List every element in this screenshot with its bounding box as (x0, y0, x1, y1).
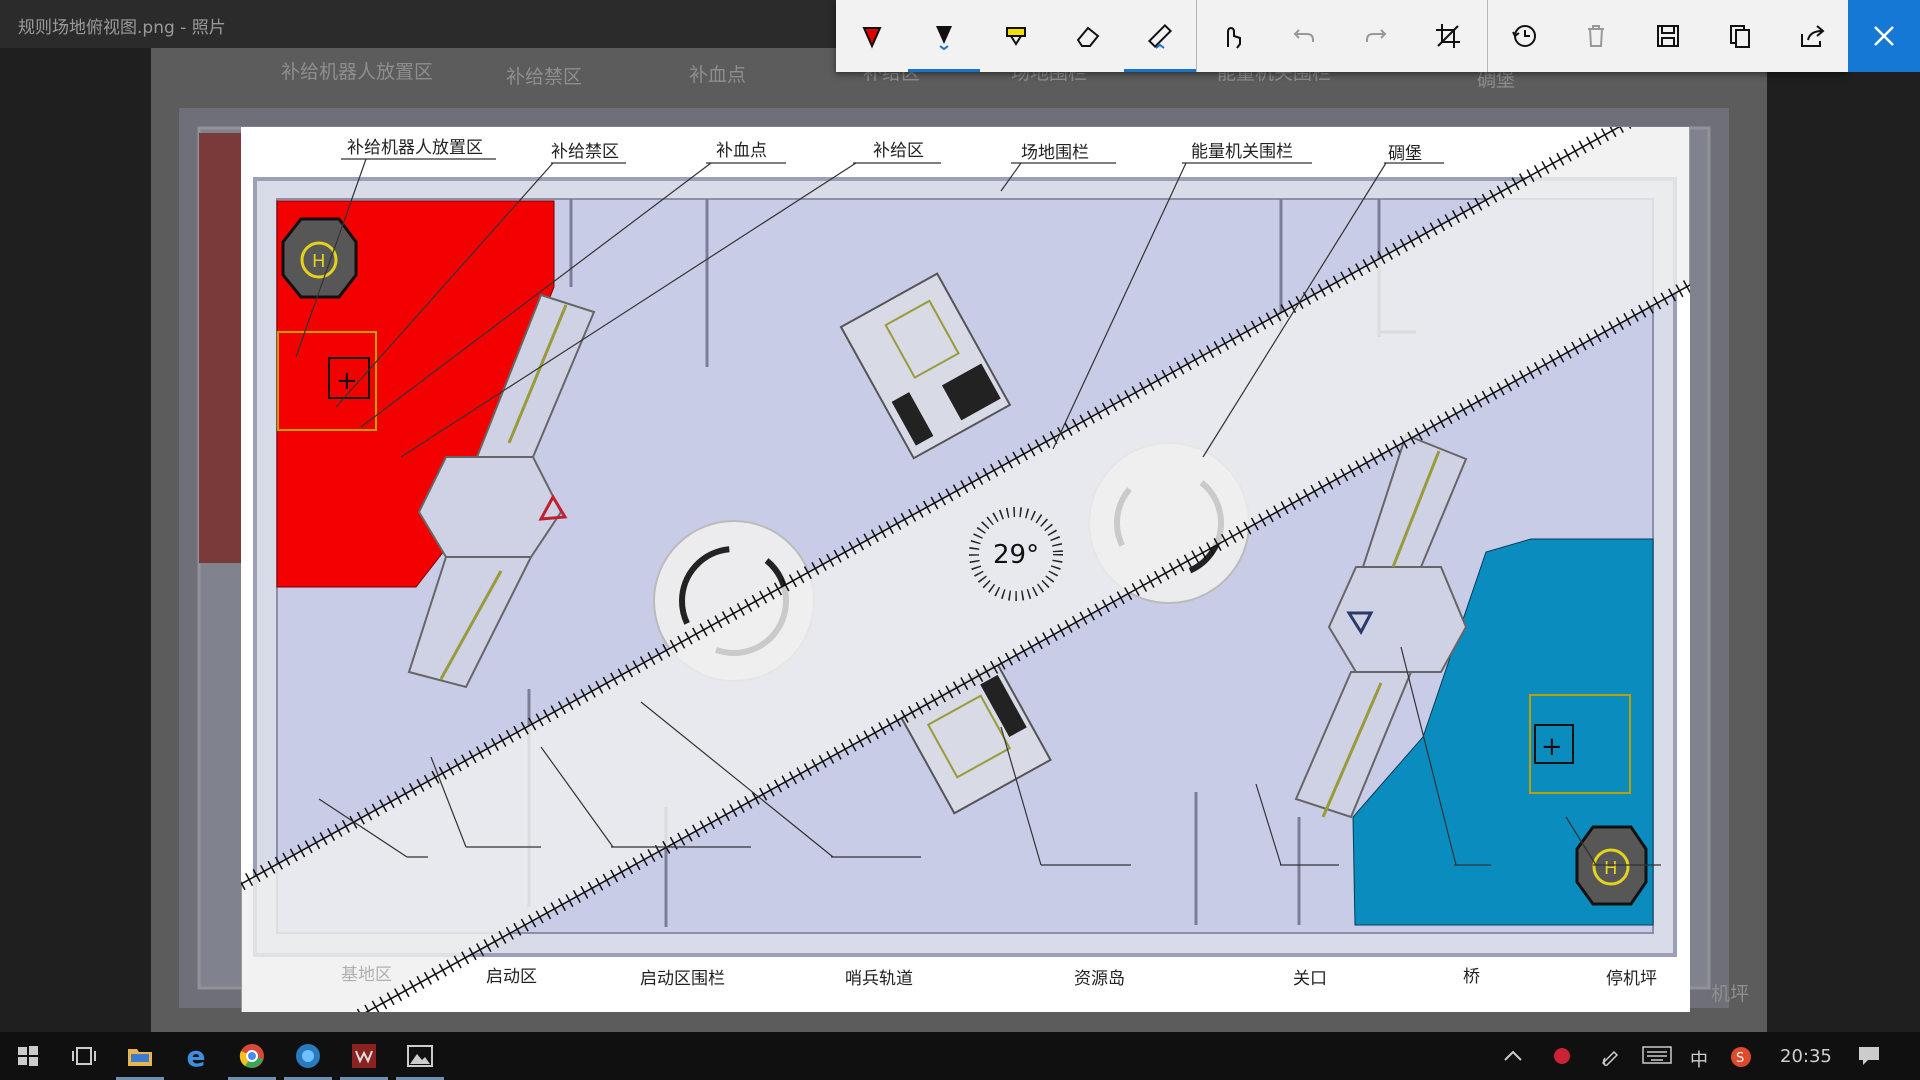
ink-toolbar (836, 0, 1848, 72)
windows-icon (18, 1046, 38, 1066)
landing-pad-red: H (281, 217, 358, 299)
keyboard-icon (1642, 1046, 1672, 1064)
pen-icon (1601, 1050, 1619, 1068)
image-canvas[interactable]: H H + + 29° 补给机器人放置区 补给禁区 补血点 补给区 场地围栏 能… (237, 81, 1694, 1080)
app-m-button[interactable] (280, 1032, 336, 1080)
ie-button[interactable]: e (168, 1032, 224, 1080)
file-explorer-button[interactable] (112, 1032, 168, 1080)
label-heal-point: 补血点 (716, 141, 767, 161)
label-bridge: 桥 (1463, 967, 1480, 987)
label-field-fence: 场地围栏 (1021, 143, 1089, 163)
label-launch-fence: 启动区围栏 (640, 969, 725, 989)
label-sentry-track: 哨兵轨道 (845, 969, 913, 989)
action-center-button[interactable] (1858, 1046, 1880, 1071)
bg-label-8: 机坪 (1711, 983, 1749, 1005)
undo-button[interactable] (1268, 0, 1340, 72)
trash-icon (1588, 25, 1604, 47)
label-bunker: 碉堡 (1388, 144, 1422, 164)
wps-button[interactable] (336, 1032, 392, 1080)
tray-app-icon-glyph (1554, 1048, 1570, 1064)
svg-text:H: H (1604, 858, 1618, 879)
save-icon (1657, 25, 1679, 47)
ruler-selected-indicator (1124, 69, 1196, 72)
copy-button[interactable] (1704, 0, 1776, 72)
pencil-selected-indicator (908, 69, 980, 72)
highlighter-icon (1006, 27, 1026, 46)
touch-writing-button[interactable] (1196, 0, 1268, 72)
svg-text:H: H (312, 251, 326, 272)
keyboard-button[interactable] (1642, 1046, 1672, 1069)
app-m-icon (296, 1044, 320, 1068)
tray-app-icon[interactable] (1552, 1046, 1572, 1071)
ballpoint-pen-icon (862, 27, 882, 49)
sogou-button[interactable]: S (1730, 1046, 1752, 1073)
bg-label-1: 补给机器人放置区 (281, 61, 433, 83)
bg-label-7: 碉堡 (1477, 69, 1515, 91)
close-button[interactable] (1848, 0, 1920, 72)
chrome-button[interactable] (224, 1032, 280, 1080)
folder-icon (128, 1049, 152, 1066)
close-icon (1874, 26, 1894, 46)
redo-icon (1366, 29, 1387, 42)
label-energy-fence: 能量机关围栏 (1191, 142, 1293, 162)
chevron-up-icon (1504, 1050, 1522, 1061)
label-gate: 关口 (1293, 969, 1327, 989)
svg-text:S: S (1736, 1051, 1744, 1066)
label-supply-forbidden: 补给禁区 (551, 142, 619, 162)
save-button[interactable] (1632, 0, 1704, 72)
label-resource-island: 资源岛 (1074, 969, 1125, 989)
clock[interactable]: 20:35 (1780, 1046, 1832, 1067)
label-base-area: 基地区 (341, 965, 392, 985)
label-supply-area: 补给区 (873, 141, 924, 161)
touch-writing-icon (1227, 26, 1241, 49)
redo-button[interactable] (1340, 0, 1412, 72)
field-map: H H + + 29° 补给机器人放置区 补给禁区 补血点 补给区 场地围栏 能… (237, 81, 1694, 1080)
photos-icon (407, 1045, 433, 1067)
eraser-button[interactable] (1052, 0, 1124, 72)
notification-icon (1859, 1047, 1879, 1065)
wps-icon (352, 1044, 376, 1068)
start-button[interactable] (0, 1032, 56, 1080)
label-landing-pad: 停机坪 (1606, 969, 1657, 989)
delete-button[interactable] (1560, 0, 1632, 72)
show-hidden-icons[interactable] (1504, 1046, 1522, 1067)
pen-workspace-button[interactable] (1600, 1046, 1620, 1071)
crop-icon (1436, 24, 1460, 48)
restore-button[interactable] (1488, 0, 1560, 72)
svg-text:+: + (336, 366, 358, 396)
copy-icon (1730, 25, 1750, 48)
svg-text:+: + (1541, 732, 1563, 762)
bg-label-3: 补血点 (689, 64, 746, 86)
task-view-icon (72, 1047, 96, 1065)
share-button[interactable] (1776, 0, 1848, 72)
ruler-icon (1147, 23, 1173, 49)
highlighter-button[interactable] (980, 0, 1052, 72)
sogou-icon: S (1731, 1047, 1751, 1067)
label-supply-robot-area: 补给机器人放置区 (347, 138, 483, 158)
eraser-icon (1076, 26, 1100, 47)
task-view-button[interactable] (56, 1032, 112, 1080)
undo-icon (1293, 29, 1314, 42)
share-icon (1801, 25, 1825, 47)
chrome-icon (239, 1044, 264, 1068)
pencil-button[interactable] (908, 0, 980, 72)
ruler-button[interactable] (1124, 0, 1196, 72)
crop-button[interactable] (1412, 0, 1484, 72)
taskbar: e 中 S 20:35 (0, 1032, 1920, 1080)
ruler-angle: 29° (993, 540, 1039, 570)
window-title: 规则场地俯视图.png - 照片 (18, 18, 226, 38)
history-icon (1512, 25, 1536, 47)
ballpoint-pen-button[interactable] (836, 0, 908, 72)
photos-button[interactable] (392, 1032, 448, 1080)
pencil-icon (936, 26, 952, 50)
label-launch-area: 启动区 (486, 967, 537, 987)
internet-explorer-icon: e (186, 1039, 206, 1073)
bg-label-2: 补给禁区 (506, 66, 582, 88)
input-method-indicator[interactable]: 中 (1690, 1046, 1708, 1072)
